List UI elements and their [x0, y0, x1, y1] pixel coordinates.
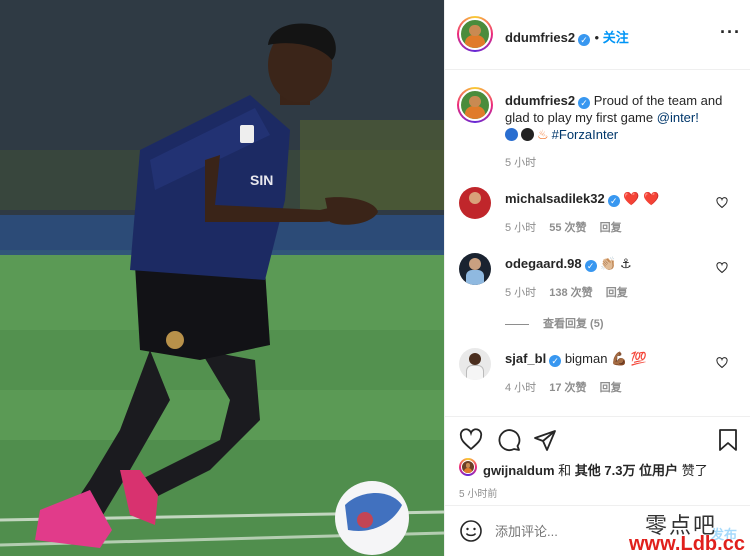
bookmark-icon[interactable] — [717, 428, 739, 452]
comment-reply-button[interactable]: 回复 — [606, 287, 628, 299]
liker-avatar[interactable] — [459, 458, 477, 476]
comment-row: sjaf_bl ✓ bigman 💪🏾 💯 — [505, 351, 647, 367]
author-username[interactable]: ddumfries2 — [505, 30, 575, 45]
more-horizontal-icon[interactable]: ··· — [720, 22, 741, 43]
heart-icon[interactable] — [459, 428, 483, 452]
comment-avatar[interactable] — [459, 187, 491, 219]
author-avatar[interactable] — [457, 16, 493, 52]
watermark-url: www.Ldb.cc — [629, 533, 745, 555]
verified-icon: ✓ — [607, 195, 620, 207]
post-photo[interactable]: SIN — [0, 0, 444, 556]
likes-suffix: 赞了 — [681, 463, 708, 478]
view-replies-label: 查看回复 (5) — [543, 318, 604, 330]
caption-time: 5 小时 — [505, 157, 537, 169]
comment-username[interactable]: michalsadilek32 — [505, 191, 605, 206]
comment-reply-button[interactable]: 回复 — [600, 222, 622, 234]
comment-text: 👏🏼 ⚓ — [600, 256, 632, 271]
like-comment-icon[interactable] — [716, 357, 728, 369]
black-circle-icon — [521, 128, 534, 141]
post-header: ddumfries2 ✓ • 关注 ··· — [445, 0, 750, 70]
comment-likes[interactable]: 138 次赞 — [549, 287, 592, 299]
follow-button[interactable]: 关注 — [603, 30, 629, 45]
likes-summary: gwijnaldum 和 其他 7.3万 位用户 赞了 — [483, 460, 708, 479]
post-detail-panel: ddumfries2 ✓ • 关注 ··· ddumfries2 ✓ Proud o… — [444, 0, 750, 556]
comment-icon[interactable] — [497, 428, 521, 452]
caption: ddumfries2 ✓ Proud of the team and glad t… — [505, 92, 735, 143]
comment-likes[interactable]: 17 次赞 — [549, 382, 586, 394]
emoji-icon[interactable] — [459, 519, 483, 543]
verified-icon: ✓ — [578, 34, 591, 46]
comment-row: michalsadilek32 ✓ ❤️ ❤️ — [505, 191, 659, 207]
caption-mention[interactable]: @inter! — [657, 110, 699, 125]
comment-time: 5 小时 — [505, 222, 537, 234]
likes-and: 和 — [558, 463, 572, 478]
comment-avatar[interactable] — [459, 348, 491, 380]
verified-icon: ✓ — [549, 355, 562, 367]
separator-dot: • — [594, 30, 603, 45]
verified-icon: ✓ — [584, 260, 597, 272]
like-comment-icon[interactable] — [716, 197, 728, 209]
comment-avatar[interactable] — [459, 253, 491, 285]
share-icon[interactable] — [533, 428, 557, 452]
comment-username[interactable]: odegaard.98 — [505, 256, 582, 271]
comment-time: 4 小时 — [505, 382, 537, 394]
view-replies-button[interactable]: 查看回复 (5) — [505, 315, 604, 331]
caption-username[interactable]: ddumfries2 — [505, 93, 575, 108]
like-comment-icon[interactable] — [716, 262, 728, 274]
photo-scene: SIN — [0, 0, 444, 556]
post-timestamp[interactable]: 5 小时前 — [459, 485, 497, 500]
svg-text:SIN: SIN — [250, 172, 273, 188]
comment-likes[interactable]: 55 次赞 — [549, 222, 586, 234]
comment-text: ❤️ ❤️ — [623, 191, 660, 206]
comment-username[interactable]: sjaf_bl — [505, 351, 546, 366]
blue-circle-icon — [505, 128, 518, 141]
comment-time: 5 小时 — [505, 287, 537, 299]
caption-avatar[interactable] — [457, 87, 493, 123]
replies-divider — [505, 323, 529, 325]
liker-username[interactable]: gwijnaldum — [483, 463, 555, 478]
fire-icon: ♨ — [537, 127, 549, 142]
likes-others[interactable]: 其他 7.3万 位用户 — [575, 463, 678, 478]
caption-hashtag[interactable]: #ForzaInter — [552, 127, 618, 142]
comment-text: bigman 💪🏾 💯 — [564, 351, 648, 366]
comment-row: odegaard.98 ✓ 👏🏼 ⚓ — [505, 256, 632, 272]
verified-icon: ✓ — [578, 97, 591, 109]
comment-reply-button[interactable]: 回复 — [600, 382, 622, 394]
